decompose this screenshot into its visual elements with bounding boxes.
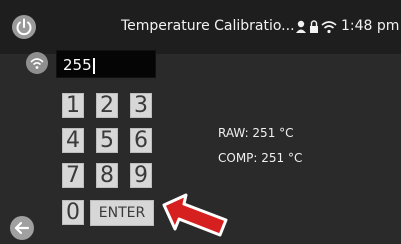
back-button[interactable] bbox=[10, 216, 34, 240]
enter-button[interactable]: ENTER bbox=[90, 200, 154, 226]
key-3[interactable]: 3 bbox=[130, 93, 152, 118]
wifi-button[interactable] bbox=[26, 52, 48, 74]
key-2[interactable]: 2 bbox=[96, 93, 118, 118]
arrow-pointer-icon bbox=[162, 193, 228, 237]
key-7[interactable]: 7 bbox=[62, 163, 84, 188]
key-8[interactable]: 8 bbox=[96, 163, 118, 188]
power-button[interactable] bbox=[12, 15, 36, 39]
user-icon bbox=[296, 20, 306, 33]
arrow-left-icon bbox=[14, 221, 30, 235]
wifi-icon bbox=[321, 21, 337, 34]
top-bar: Temperature Calibratio... 1:48 pm bbox=[0, 0, 401, 54]
text-cursor bbox=[92, 57, 95, 74]
value-input[interactable]: 255 bbox=[56, 50, 156, 78]
key-6[interactable]: 6 bbox=[130, 128, 152, 153]
raw-reading: RAW: 251 °C bbox=[218, 126, 294, 140]
key-9[interactable]: 9 bbox=[130, 163, 152, 188]
value-input-text: 255 bbox=[63, 56, 92, 74]
key-0[interactable]: 0 bbox=[62, 200, 84, 225]
key-1[interactable]: 1 bbox=[62, 93, 84, 118]
calibration-screen: Temperature Calibratio... 1:48 pm 255 1 … bbox=[0, 0, 401, 244]
key-5[interactable]: 5 bbox=[96, 128, 118, 153]
clock: 1:48 pm bbox=[341, 18, 400, 34]
key-4[interactable]: 4 bbox=[62, 128, 84, 153]
status-icons bbox=[296, 20, 337, 34]
wifi-icon bbox=[30, 58, 44, 69]
comp-reading: COMP: 251 °C bbox=[218, 151, 303, 165]
page-title: Temperature Calibratio... bbox=[121, 18, 295, 34]
lock-icon bbox=[310, 20, 318, 33]
power-icon bbox=[16, 18, 32, 36]
